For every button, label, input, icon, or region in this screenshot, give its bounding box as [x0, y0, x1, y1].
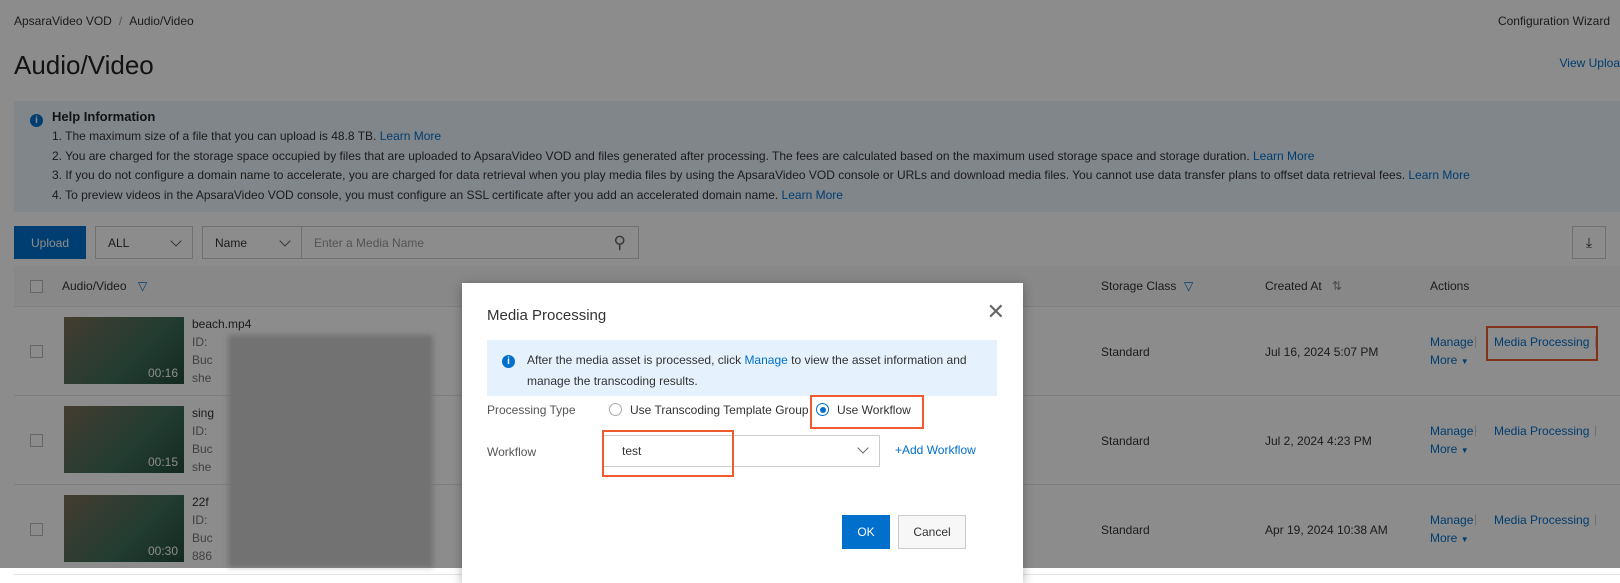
highlight-box — [810, 395, 924, 429]
ok-button[interactable]: OK — [842, 515, 890, 549]
option-template-label[interactable]: Use Transcoding Template Group — [630, 403, 809, 417]
close-icon[interactable]: ✕ — [987, 299, 1005, 325]
chevron-down-icon — [857, 442, 869, 454]
info-icon: i — [502, 355, 515, 368]
processing-type-label: Processing Type — [487, 403, 576, 417]
radio-template-group[interactable] — [609, 403, 622, 416]
dialog-info: i After the media asset is processed, cli… — [487, 340, 997, 396]
add-workflow-link[interactable]: +Add Workflow — [895, 443, 976, 457]
highlight-box — [602, 430, 734, 477]
cancel-button[interactable]: Cancel — [898, 515, 966, 549]
media-processing-dialog: Media Processing ✕ i After the media asse… — [462, 283, 1023, 583]
workflow-label: Workflow — [487, 445, 537, 459]
manage-link[interactable]: Manage — [744, 353, 787, 367]
dialog-title: Media Processing — [487, 307, 607, 324]
